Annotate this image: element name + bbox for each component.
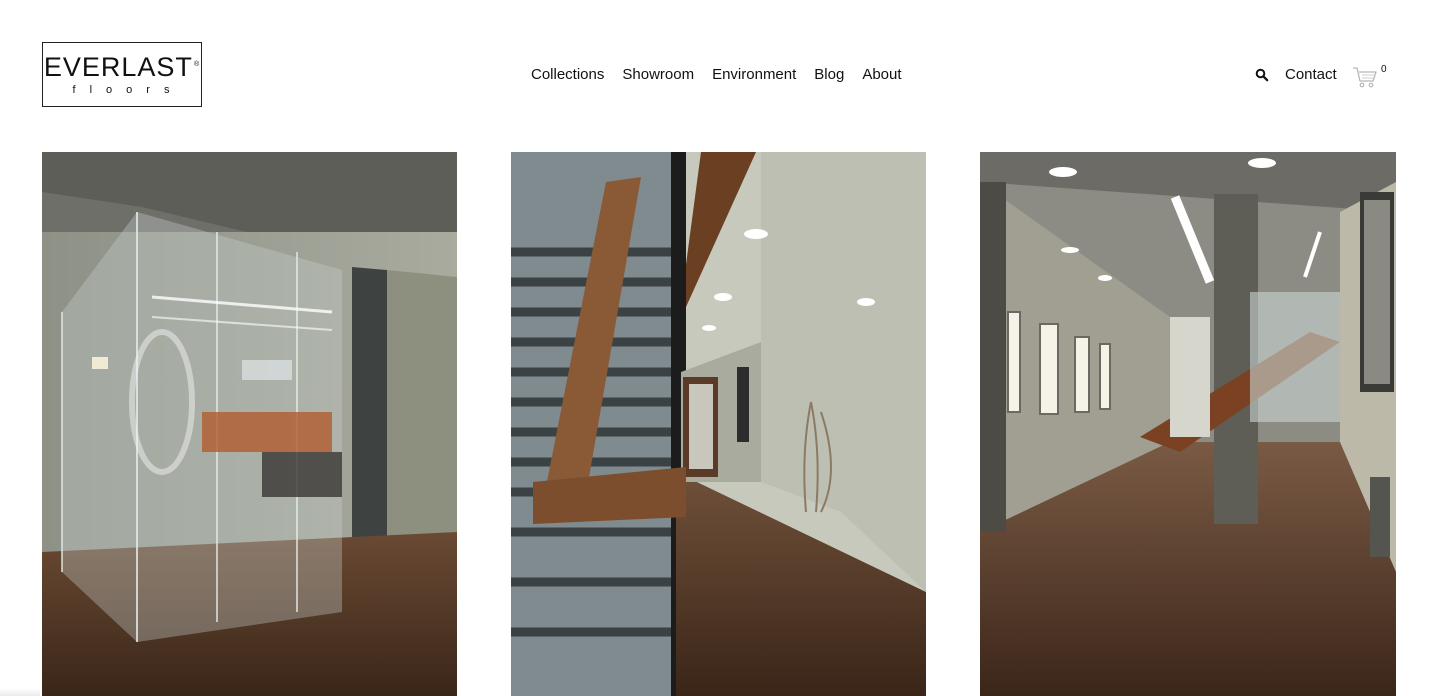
nav-item-collections[interactable]: Collections [531,66,604,84]
brand-tagline: floors [72,84,184,96]
nav-item-showroom[interactable]: Showroom [622,66,694,84]
contact-link[interactable]: Contact [1285,66,1337,84]
cart-icon[interactable] [1352,64,1380,90]
nav-item-about[interactable]: About [862,66,901,84]
gallery-image-glass-office[interactable] [42,152,457,696]
glass-office-photo [42,152,457,696]
bottom-edge-shadow [0,688,40,696]
page: EVERLAST® floors Collections Showroom En… [0,0,1439,696]
brand-name: EVERLAST [43,52,193,82]
staircase-photo [511,152,926,696]
nav-item-blog[interactable]: Blog [814,66,844,84]
gallery-image-staircase[interactable] [511,152,926,696]
main-nav: Collections Showroom Environment Blog Ab… [531,66,902,84]
brand-wordmark: EVERLAST® [43,53,201,81]
registered-mark: ® [193,61,201,68]
nav-item-environment[interactable]: Environment [712,66,796,84]
brand-logo[interactable]: EVERLAST® floors [42,42,202,107]
gallery-image-lobby-hallway[interactable] [980,152,1396,696]
search-icon[interactable] [1255,68,1269,82]
cart-count: 0 [1381,64,1387,75]
lobby-hallway-photo [980,152,1396,696]
